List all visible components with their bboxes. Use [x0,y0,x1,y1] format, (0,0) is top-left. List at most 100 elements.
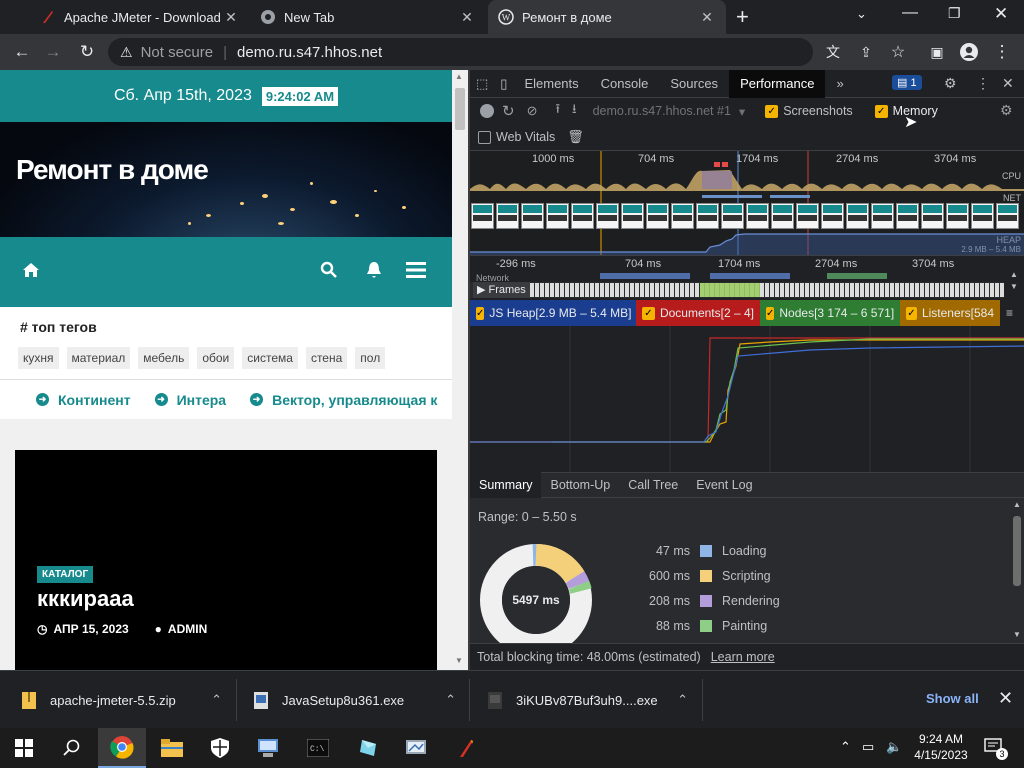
new-tab-button[interactable]: + [736,4,749,30]
clear-icon[interactable]: ⊘ [527,103,538,119]
scrollbar-thumb[interactable] [455,88,465,130]
close-tab-icon[interactable]: ✕ [458,9,476,26]
tag-chip[interactable]: система [242,347,298,369]
profile-select[interactable]: demo.ru.s47.hhos.net #1 [593,104,731,118]
documents-checkbox[interactable]: ✓ [642,306,655,320]
listeners-checkbox[interactable]: ✓ [906,306,917,320]
profile-icon[interactable] [954,37,984,67]
webvitals-checkbox[interactable] [478,130,491,144]
site-title[interactable]: Ремонт в доме [16,154,209,186]
tag-chip[interactable]: стена [305,347,348,369]
restore-icon[interactable]: ❐ [948,5,961,22]
tab-bottom-up[interactable]: Bottom-Up [541,472,619,498]
scroll-up-icon[interactable]: ▲ [1013,500,1021,509]
counter-listeners[interactable]: ✓ Listeners[584 [900,300,1000,326]
frames-track[interactable]: ▶ Frames [470,282,1004,298]
search-icon[interactable] [320,261,338,282]
scroll-down-icon[interactable]: ▼ [455,656,463,665]
computer-app-icon[interactable] [244,728,292,768]
upload-icon[interactable]: ⭱ [555,100,560,122]
tab-console[interactable]: Console [590,70,660,98]
chevron-up-icon[interactable]: ⌃ [211,692,222,708]
memory-checkbox[interactable]: ✓ [874,104,888,118]
record-icon[interactable] [480,104,494,118]
jmeter-feather-icon[interactable] [442,728,490,768]
frames-label[interactable]: ▶ Frames [473,282,530,298]
windows-start-icon[interactable] [0,728,48,768]
menu-icon[interactable] [406,262,426,281]
scroll-down-icon[interactable]: ▼ [1010,282,1018,291]
tab-summary[interactable]: Summary [470,472,542,498]
home-icon[interactable] [22,262,40,281]
tag-chip[interactable]: материал [66,347,131,369]
tab-event-log[interactable]: Event Log [687,472,761,498]
url-text[interactable]: demo.ru.s47.hhos.net [237,44,382,61]
chrome-icon[interactable] [98,728,146,768]
devtools-menu-icon[interactable]: ⋮ [976,75,990,92]
back-icon[interactable]: ← [7,37,37,67]
tray-overflow-icon[interactable]: ⌃ [840,739,851,755]
browser-tab-active[interactable]: W Ремонт в доме ✕ [488,0,726,34]
tag-chip[interactable]: обои [197,347,235,369]
close-downloads-icon[interactable]: ✕ [998,688,1013,709]
tag-chip[interactable]: пол [355,347,386,369]
show-all-button[interactable]: Show all [926,691,979,706]
timeline-overview[interactable]: 1000 ms 704 ms 1704 ms 2704 ms 3704 ms C… [470,150,1024,256]
settings-gear-icon[interactable]: ⚙ [944,75,957,92]
memory-chart[interactable] [470,326,1024,472]
post-author[interactable]: ADMIN [168,622,207,636]
category-link[interactable]: ➜ Интера [154,392,226,408]
tab-sources[interactable]: Sources [659,70,729,98]
counter-documents[interactable]: ✓ Documents[2 – 4] [636,300,760,326]
category-link[interactable]: ➜ Континент [36,392,131,408]
minimize-icon[interactable]: — [902,4,918,22]
scroll-down-icon[interactable]: ▼ [1013,630,1021,639]
reload-profile-icon[interactable]: ↻ [502,102,515,120]
trash-icon[interactable]: 🗑 [567,129,584,145]
chevron-down-icon[interactable]: ▾ [739,104,745,119]
chevron-up-icon[interactable]: ⌃ [677,692,688,708]
security-shield-icon[interactable] [196,728,244,768]
featured-post-card[interactable]: КАТАЛОГ кккираaa ◷ АПР 15, 2023 ● ADMIN [15,450,437,670]
download-item[interactable]: apache-jmeter-5.5.zip ⌃ [22,671,222,729]
device-toolbar-icon[interactable]: ▯ [494,70,513,98]
scroll-up-icon[interactable]: ▲ [1010,270,1018,279]
tab-call-tree[interactable]: Call Tree [619,472,687,498]
devtools-close-icon[interactable]: ✕ [1002,75,1014,92]
network-tray-icon[interactable]: ▭ [862,739,874,755]
summary-scrollbar[interactable]: ▲ ▼ [1010,498,1024,643]
window-close-icon[interactable]: ✕ [994,4,1008,24]
bookmark-star-icon[interactable]: ☆ [883,37,913,67]
download-item[interactable]: JavaSetup8u361.exe ⌃ [254,671,456,729]
warning-icon[interactable]: ⚠ [120,44,133,61]
js-heap-checkbox[interactable]: ✓ [476,306,485,320]
scrollbar-thumb[interactable] [1013,516,1021,586]
counters-menu-icon[interactable]: ≡ [1000,300,1024,326]
category-link[interactable]: ➜ Вектор, управляющая к [250,392,437,408]
address-bar[interactable]: ⚠ Not secure | demo.ru.s47.hhos.net [108,38,813,66]
tab-elements[interactable]: Elements [513,70,589,98]
scroll-up-icon[interactable]: ▲ [455,72,463,81]
tag-chip[interactable]: кухня [18,347,59,369]
screenshots-checkbox[interactable]: ✓ [765,104,779,118]
browser-tab-jmeter[interactable]: Apache JMeter - Download Apac ✕ [30,0,250,34]
reload-icon[interactable]: ↻ [72,37,102,67]
more-tabs-icon[interactable]: » [825,70,854,98]
share-icon[interactable]: ⇪ [851,37,881,67]
chevron-up-icon[interactable]: ⌃ [445,692,456,708]
close-tab-icon[interactable]: ✕ [698,9,716,26]
post-title[interactable]: кккираaa [37,586,134,612]
volume-icon[interactable]: 🔈 [886,739,902,755]
counter-js-heap[interactable]: ✓ JS Heap[2.9 MB – 5.4 MB] [470,300,636,326]
forward-icon[interactable]: → [38,37,68,67]
download-icon[interactable]: ⭳ [572,100,577,122]
tag-chip[interactable]: мебель [138,347,190,369]
search-icon[interactable] [48,728,96,768]
learn-more-link[interactable]: Learn more [711,650,775,664]
close-tab-icon[interactable]: ✕ [222,9,240,26]
chrome-menu-icon[interactable]: ⋮ [987,37,1017,67]
file-explorer-icon[interactable] [148,728,196,768]
counter-nodes[interactable]: ✓ Nodes[3 174 – 6 571] [760,300,900,326]
network-app-icon[interactable] [392,728,440,768]
terminal-icon[interactable]: C:\ [294,728,342,768]
